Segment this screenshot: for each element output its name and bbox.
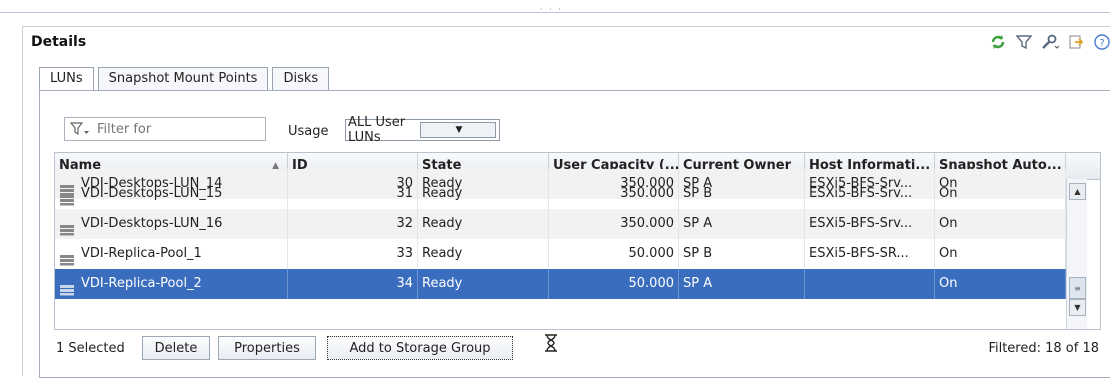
table-row-selected[interactable]: VDI-Replica-Pool_2 34 Ready 50.000 SP A … — [55, 269, 1066, 299]
cell-host: ESXi5-BFS-Srv... — [805, 179, 935, 209]
filter-input[interactable] — [95, 120, 259, 138]
lun-icon — [59, 248, 75, 265]
cell-capacity: 50.000 — [549, 239, 679, 269]
cell-host — [805, 269, 935, 299]
cell-state: Ready — [418, 239, 549, 269]
cell-snapshot: On — [935, 179, 1066, 209]
selection-count: 1 Selected — [56, 341, 125, 356]
table-footer: 1 Selected Delete Properties Add to Stor… — [54, 336, 1099, 366]
cell-capacity: 50.000 — [549, 269, 679, 299]
cell-id: 34 — [288, 269, 418, 299]
wrench-icon[interactable] — [1041, 33, 1059, 51]
lun-icon — [59, 218, 75, 235]
cell-host: ESXi5-BFS-SR... — [805, 239, 935, 269]
chevron-down-icon[interactable]: ▼ — [420, 122, 496, 138]
lun-icon — [59, 188, 75, 205]
lun-name: VDI-Replica-Pool_2 — [81, 276, 202, 291]
cell-snapshot: On — [935, 209, 1066, 239]
luns-table: Name ▲ ID State User Capacity (... Curre… — [54, 152, 1101, 330]
cell-id: 32 — [288, 209, 418, 239]
hourglass-cursor-icon — [544, 334, 558, 356]
tab-bar: LUNs Snapshot Mount Points Disks — [39, 67, 330, 94]
panel-toolbar: ? — [989, 33, 1110, 51]
filter-icon[interactable] — [1015, 33, 1033, 51]
refresh-icon[interactable] — [989, 33, 1007, 51]
cell-name: VDI-Desktops-LUN_15 — [55, 179, 288, 209]
usage-selected-value: ALL User LUNs — [348, 115, 406, 145]
cell-owner: SP B — [679, 179, 805, 209]
cell-snapshot: On — [935, 239, 1066, 269]
cell-name: VDI-Desktops-LUN_16 — [55, 209, 288, 239]
table-row[interactable]: VDI-Replica-Pool_1 33 Ready 50.000 SP B … — [55, 239, 1066, 269]
table-row[interactable]: VDI-Desktops-LUN_16 32 Ready 350.000 SP … — [55, 209, 1066, 239]
cell-snapshot: On — [935, 269, 1066, 299]
lun-icon — [59, 278, 75, 295]
usage-label: Usage — [288, 124, 329, 139]
tab-disks[interactable]: Disks — [272, 67, 330, 91]
details-panel: Details ? LUNs Snapshot Mount Points Dis… — [22, 26, 1110, 378]
filtered-count: Filtered: 18 of 18 — [988, 341, 1099, 356]
panel-title: Details — [31, 34, 87, 50]
lun-name: VDI-Desktops-LUN_15 — [81, 186, 223, 201]
cell-owner: SP A — [679, 209, 805, 239]
cell-owner: SP A — [679, 269, 805, 299]
splitter-grip[interactable]: · · · — [540, 5, 576, 14]
add-to-storage-group-button[interactable]: Add to Storage Group — [327, 336, 513, 360]
cell-state: Ready — [418, 269, 549, 299]
export-icon[interactable] — [1067, 33, 1085, 51]
help-icon[interactable]: ? — [1093, 33, 1110, 51]
lun-name: VDI-Replica-Pool_1 — [81, 246, 202, 261]
cell-id: 33 — [288, 239, 418, 269]
luns-content: Usage ALL User LUNs ▼ Name ▲ ID State Us… — [39, 90, 1110, 378]
cell-name: VDI-Replica-Pool_1 — [55, 239, 288, 269]
usage-select[interactable]: ALL User LUNs ▼ — [345, 115, 500, 145]
properties-button[interactable]: Properties — [218, 336, 316, 360]
vertical-scrollbar[interactable]: ▲ ≡ ▼ — [1066, 179, 1087, 329]
scroll-down-icon[interactable]: ▼ — [1069, 299, 1086, 316]
delete-button[interactable]: Delete — [142, 336, 210, 360]
table-row[interactable]: VDI-Desktops-LUN_15 31 Ready 350.000 SP … — [55, 179, 1066, 209]
filter-box — [64, 117, 266, 141]
scroll-thumb[interactable]: ≡ — [1069, 277, 1086, 299]
cell-capacity: 350.000 — [549, 209, 679, 239]
cell-id: 31 — [288, 179, 418, 209]
cell-state: Ready — [418, 209, 549, 239]
cell-host: ESXi5-BFS-Srv... — [805, 209, 935, 239]
cell-owner: SP B — [679, 239, 805, 269]
scroll-up-icon[interactable]: ▲ — [1069, 183, 1086, 200]
cell-capacity: 350.000 — [549, 179, 679, 209]
cell-name: VDI-Replica-Pool_2 — [55, 269, 288, 299]
cell-state: Ready — [418, 179, 549, 209]
filter-dropdown-icon[interactable] — [65, 122, 95, 136]
tab-snapshot-mount-points[interactable]: Snapshot Mount Points — [97, 67, 269, 91]
lun-name: VDI-Desktops-LUN_16 — [81, 216, 223, 231]
svg-text:?: ? — [1099, 38, 1104, 49]
